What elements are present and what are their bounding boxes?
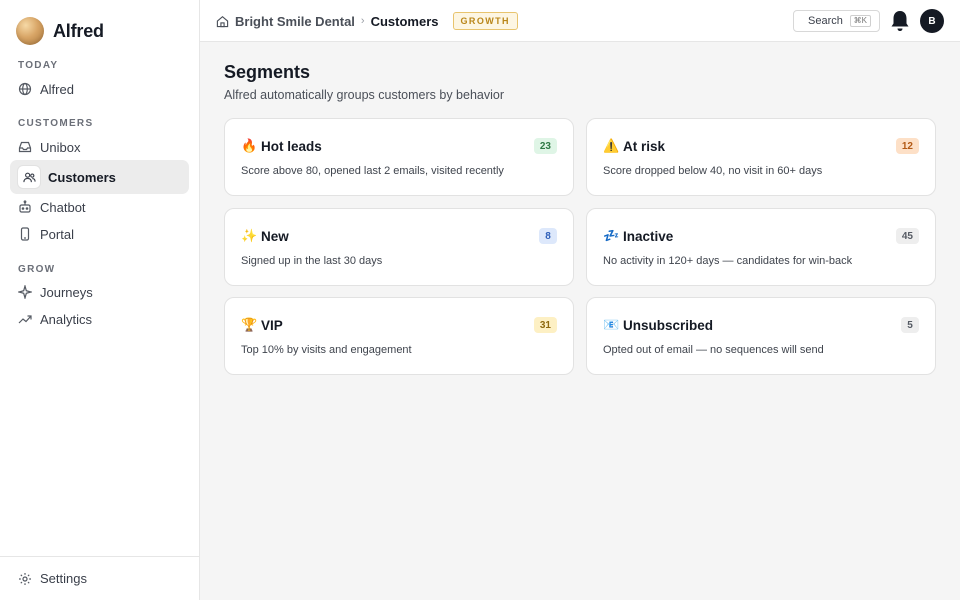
search-label: Search: [808, 15, 843, 27]
bot-icon: [18, 200, 32, 214]
segment-description: Signed up in the last 30 days: [241, 255, 383, 267]
segment-name: At risk: [623, 138, 666, 154]
sidebar-item-unibox[interactable]: Unibox: [10, 130, 189, 164]
bell-icon[interactable]: [889, 9, 911, 33]
breadcrumb-home-label: Bright Smile Dental: [235, 13, 355, 29]
segment-title: 💤 Inactive: [603, 228, 673, 244]
segment-name: New: [261, 228, 289, 244]
sparkle-icon: [18, 285, 32, 299]
brand[interactable]: Alfred: [16, 17, 104, 45]
segment-description: Score above 80, opened last 2 emails, vi…: [241, 165, 504, 177]
segment-count: 45: [895, 228, 919, 244]
warning-icon: ⚠️: [603, 138, 620, 153]
segment-title: ⚠️ At risk: [603, 138, 665, 154]
segment-count: 8: [539, 228, 557, 244]
sidebar-item-portal[interactable]: Portal: [10, 217, 189, 251]
sidebar-item-analytics[interactable]: Analytics: [10, 302, 189, 336]
segment-name: Hot leads: [261, 138, 322, 154]
segment-title: 🔥 Hot leads: [241, 138, 322, 154]
segment-card-new[interactable]: ✨ New 8 Signed up in the last 30 days: [224, 208, 574, 286]
sleep-icon: 💤: [603, 228, 620, 243]
inbox-icon: [18, 140, 32, 154]
users-icon: [18, 166, 40, 188]
sidebar-item-settings[interactable]: Settings: [0, 556, 199, 600]
segment-description: No activity in 120+ days — candidates fo…: [603, 255, 853, 267]
brand-logo: [16, 17, 44, 45]
fire-icon: 🔥: [241, 138, 258, 153]
sidebar-item-label: Settings: [40, 571, 87, 586]
page-title: Segments: [224, 62, 311, 82]
sparkles-icon: ✨: [241, 228, 258, 243]
breadcrumb-current: Customers: [370, 13, 439, 29]
sidebar-item-label: Unibox: [40, 139, 81, 155]
breadcrumb-home[interactable]: Bright Smile Dental: [216, 14, 355, 29]
home-icon: [216, 15, 229, 28]
gear-icon: [18, 572, 32, 586]
segment-count: 5: [901, 317, 919, 333]
segment-card-vip[interactable]: 🏆 VIP 31 Top 10% by visits and engagemen…: [224, 297, 574, 375]
email-icon: 📧: [603, 317, 620, 332]
topbar: Bright Smile Dental › Customers GROWTH S…: [200, 0, 960, 42]
sidebar-item-label: Portal: [40, 226, 74, 242]
segment-description: Score dropped below 40, no visit in 60+ …: [603, 165, 823, 177]
trend-icon: [18, 312, 32, 326]
segment-count: 12: [895, 138, 919, 154]
sidebar-item-label: Analytics: [40, 311, 93, 327]
plan-badge: GROWTH: [452, 12, 518, 30]
sidebar: Alfred TODAY Alfred CUSTOMERS Unibox Cus…: [0, 0, 200, 600]
segment-card-at-risk[interactable]: ⚠️ At risk 12 Score dropped below 40, no…: [586, 118, 936, 196]
sidebar-item-label: Alfred: [40, 81, 74, 97]
trophy-icon: 🏆: [241, 317, 258, 332]
segment-card-unsubscribed[interactable]: 📧 Unsubscribed 5 Opted out of email — no…: [586, 297, 936, 375]
segment-title: ✨ New: [241, 228, 289, 244]
segment-description: Opted out of email — no sequences will s…: [603, 344, 824, 356]
section-label-today: TODAY: [18, 60, 59, 71]
sidebar-item-label: Customers: [48, 169, 116, 185]
sidebar-item-alfred[interactable]: Alfred: [10, 72, 189, 106]
section-label-customers: CUSTOMERS: [18, 118, 94, 129]
segment-name: Inactive: [623, 228, 674, 244]
avatar[interactable]: B: [920, 9, 944, 33]
search-button[interactable]: Search ⌘K: [793, 10, 880, 32]
segment-description: Top 10% by visits and engagement: [241, 344, 412, 356]
segment-count: 31: [533, 317, 557, 333]
segment-title: 🏆 VIP: [241, 317, 283, 333]
segment-card-inactive[interactable]: 💤 Inactive 45 No activity in 120+ days —…: [586, 208, 936, 286]
globe-icon: [18, 82, 32, 96]
segment-name: VIP: [261, 317, 283, 333]
breadcrumb: Bright Smile Dental › Customers GROWTH: [216, 0, 518, 42]
segment-count: 23: [533, 138, 557, 154]
segment-title: 📧 Unsubscribed: [603, 317, 713, 333]
sidebar-item-label: Journeys: [40, 284, 93, 300]
phone-icon: [18, 227, 32, 241]
segment-name: Unsubscribed: [623, 317, 714, 333]
sidebar-item-label: Chatbot: [40, 199, 86, 215]
segment-card-hot-leads[interactable]: 🔥 Hot leads 23 Score above 80, opened la…: [224, 118, 574, 196]
page-subtitle: Alfred automatically groups customers by…: [224, 88, 504, 102]
sidebar-item-customers[interactable]: Customers: [10, 160, 189, 194]
section-label-grow: GROW: [18, 264, 56, 275]
brand-name: Alfred: [53, 20, 104, 41]
breadcrumb-separator: ›: [360, 15, 365, 27]
search-shortcut: ⌘K: [849, 15, 871, 27]
